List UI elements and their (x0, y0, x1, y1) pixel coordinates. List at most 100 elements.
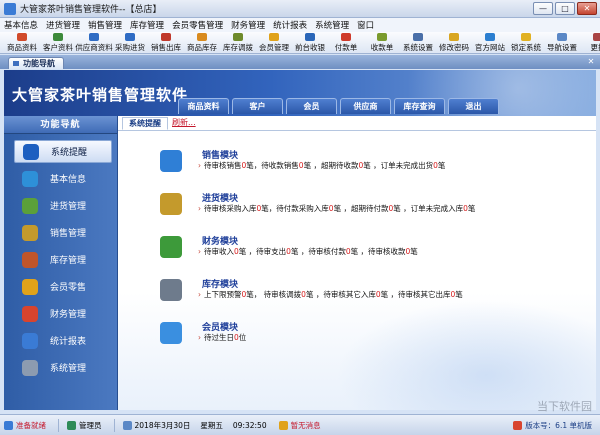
toolbar-label: 前台收银 (295, 43, 325, 52)
doc-tab-close-icon[interactable]: ✕ (586, 57, 596, 67)
version-icon (513, 420, 523, 430)
toolbar-button-0[interactable]: 商品资料 (4, 32, 40, 53)
menu-purchase[interactable]: 进货管理 (46, 19, 80, 31)
cubes-icon (22, 170, 38, 187)
info-icon (23, 143, 39, 160)
nav-tab-members[interactable]: 会员 (286, 98, 337, 114)
toolbar-button-15[interactable]: 导航设置 (544, 32, 580, 53)
module-text: 笔 ，订单未完成出货 (363, 161, 434, 170)
message-icon (278, 420, 288, 430)
nav-tab-suppliers[interactable]: 供应商 (340, 98, 391, 114)
main-content: 系统提醒 刷新... 销售模块 › 待审核销售0笔，待收款销售0笔 ，超期待收款0笔… (118, 116, 596, 410)
window-controls: — □ ✕ (533, 2, 597, 15)
sidebar-item-0[interactable]: 系统提醒 (14, 140, 112, 163)
toolbar-label: 供应商资料 (75, 43, 113, 52)
toolbar-label: 系统设置 (403, 43, 433, 52)
document-tab-strip: 功能导航 ✕ (0, 55, 600, 69)
maximize-button[interactable]: □ (555, 2, 575, 15)
toolbar-button-13[interactable]: 官方网站 (472, 32, 508, 53)
sidebar-item-label: 财务管理 (50, 310, 87, 320)
sidebar-item-3[interactable]: 销售管理 (14, 221, 112, 244)
book-icon (160, 150, 182, 172)
bullet-arrow-icon: › (198, 247, 201, 256)
refresh-link[interactable]: 刷新... (172, 117, 196, 130)
status-separator (113, 418, 115, 432)
toolbar-icon (89, 33, 99, 41)
module-text: 位 (238, 333, 247, 342)
toolbar-icon (341, 33, 351, 41)
sidebar-item-label: 销售管理 (50, 229, 87, 239)
menu-system[interactable]: 系统管理 (315, 19, 349, 31)
toolbar-button-10[interactable]: 收款单 (364, 32, 400, 53)
menu-reports[interactable]: 统计报表 (273, 19, 307, 31)
toolbar-icon (305, 33, 315, 41)
module-text: 笔 ，待审核收款 (350, 247, 406, 256)
module-2: 财务模块 › 待审收入0笔 ，待审支出0笔 ，待审核付款0笔 ，待审核收款0笔 (160, 234, 590, 270)
module-text: 待审收入 (204, 247, 234, 256)
nav-tab-products[interactable]: 商品资料 (178, 98, 229, 114)
menu-member-retail[interactable]: 会员零售管理 (172, 19, 223, 31)
sidebar-item-label: 系统管理 (50, 364, 87, 374)
module-text: 笔 ，待审核付款 (290, 247, 346, 256)
toolbar-icon (521, 33, 531, 41)
minimize-button[interactable]: — (533, 2, 553, 15)
sidebar-item-4[interactable]: 库存管理 (14, 248, 112, 271)
module-1: 进货模块 › 待审核采购入库0笔，待付款采购入库0笔 ，超期待付款0笔 ，订单未完成… (160, 191, 590, 227)
sidebar-item-2[interactable]: 进货管理 (14, 194, 112, 217)
toolbar-label: 商品库存 (187, 43, 217, 52)
tab-system-reminder[interactable]: 系统提醒 (122, 117, 168, 130)
nav-tab-customers[interactable]: 客户 (232, 98, 283, 114)
toolbar-button-4[interactable]: 销售出库 (148, 32, 184, 53)
module-text: 笔 ，待审支出 (238, 247, 287, 256)
toolbar-button-12[interactable]: 修改密码 (436, 32, 472, 53)
menu-window[interactable]: 窗口 (357, 19, 374, 31)
sidebar-item-label: 系统提醒 (51, 148, 88, 158)
doc-tab-function-nav[interactable]: 功能导航 (8, 57, 64, 69)
sidebar-item-5[interactable]: 会员零售 (14, 275, 112, 298)
bullet-arrow-icon: › (198, 204, 201, 213)
toolbar-label: 锁定系统 (511, 43, 541, 52)
toolbar-icon (377, 33, 387, 41)
status-separator (58, 418, 59, 432)
toolbar-button-2[interactable]: 供应商资料 (75, 32, 113, 53)
box-out-icon (22, 224, 38, 241)
toolbar-button-7[interactable]: 会员管理 (256, 32, 292, 53)
module-summary: › 待过生日0位 (198, 332, 246, 343)
toolbar-button-9[interactable]: 付款单 (328, 32, 364, 53)
close-button[interactable]: ✕ (577, 2, 597, 15)
nav-tab-stock-query[interactable]: 库存查询 (394, 98, 445, 114)
toolbar: 商品资料 客户资料 供应商资料 采购进货 销售出库 商品库存 库存调拨 会员管理 前台收银 付款单… (0, 32, 600, 54)
sidebar: 功能导航 系统提醒 基本信息 进货管理 销售管理 库存管理 会员零售 财务管理 统计报表 系统管… (4, 116, 118, 410)
toolbar-button-11[interactable]: 系统设置 (400, 32, 436, 53)
toolbar-button-5[interactable]: 商品库存 (184, 32, 220, 53)
toolbar-button-16[interactable]: 更换 (580, 32, 600, 53)
toolbar-button-1[interactable]: 客户资料 (40, 32, 76, 53)
sidebar-item-8[interactable]: 系统管理 (14, 356, 112, 379)
module-text: 笔 (437, 161, 446, 170)
sidebar-item-6[interactable]: 财务管理 (14, 302, 112, 325)
header-banner: 大管家茶叶销售管理软件 商品资料 客户 会员 供应商 库存查询 退出 (4, 70, 596, 116)
menu-basic-info[interactable]: 基本信息 (4, 19, 38, 31)
toolbar-icon (593, 33, 600, 41)
menu-finance[interactable]: 财务管理 (231, 19, 265, 31)
members-icon (22, 278, 38, 295)
sidebar-item-1[interactable]: 基本信息 (14, 167, 112, 190)
menu-sales[interactable]: 销售管理 (88, 19, 122, 31)
nav-tab-exit[interactable]: 退出 (448, 98, 499, 114)
toolbar-button-14[interactable]: 锁定系统 (508, 32, 544, 53)
toolbar-label: 会员管理 (259, 43, 289, 52)
sidebar-item-7[interactable]: 统计报表 (14, 329, 112, 352)
toolbar-button-3[interactable]: 采购进货 (112, 32, 148, 53)
status-user: 管理员 (67, 419, 102, 432)
finance-icon (22, 305, 38, 322)
bullet-arrow-icon: › (198, 333, 201, 342)
module-text: 笔 (410, 247, 418, 256)
toolbar-button-6[interactable]: 库存调拨 (220, 32, 256, 53)
watermark: 当下软件园 (537, 400, 592, 413)
module-text: 待审核采购入库 (204, 204, 257, 213)
toolbar-icon (17, 33, 27, 41)
toolbar-label: 商品资料 (7, 43, 37, 52)
menu-inventory[interactable]: 库存管理 (130, 19, 164, 31)
status-message[interactable]: 暂无消息 (278, 419, 321, 432)
toolbar-button-8[interactable]: 前台收银 (292, 32, 328, 53)
